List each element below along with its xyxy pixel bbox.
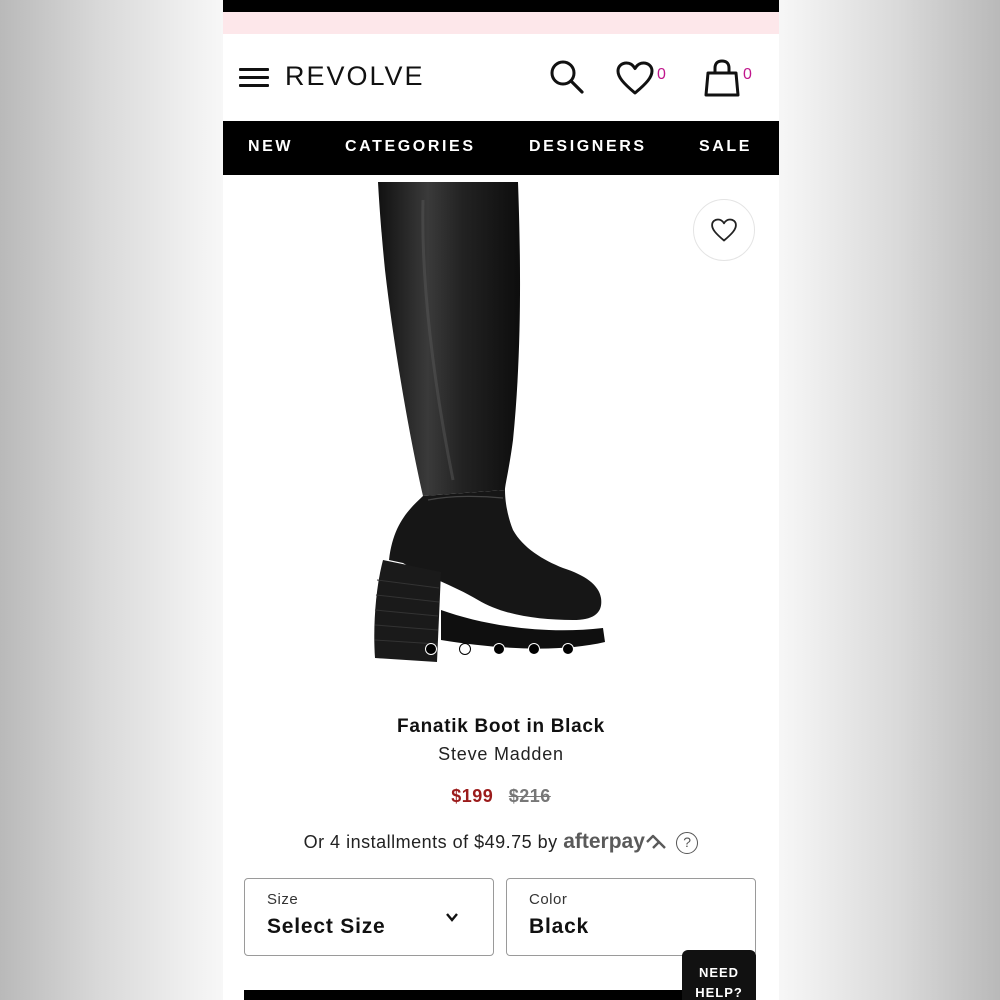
wishlist-heart-icon[interactable] [615,60,655,96]
color-selector[interactable]: Color Black [506,878,756,956]
price-block: $199 $216 [223,786,779,807]
search-icon[interactable] [548,58,586,96]
add-to-bag-button[interactable] [244,990,682,1000]
installments-text: Or 4 installments of $49.75 by [303,832,558,852]
sale-price: $199 [451,786,494,806]
top-strip [223,0,779,12]
nav-categories[interactable]: CATEGORIES [345,138,476,156]
product-image-boot[interactable] [363,180,643,670]
afterpay-info-icon[interactable]: ? [676,832,699,855]
hamburger-menu-icon[interactable] [239,68,269,88]
installments-info: Or 4 installments of $49.75 by afterpay … [223,830,779,855]
original-price: $216 [508,786,551,806]
image-carousel-dots [223,643,779,657]
size-value: Select Size [267,915,386,938]
afterpay-arrows-icon [646,835,666,850]
carousel-dot-3[interactable] [493,643,505,655]
nav-sale[interactable]: SALE [699,138,752,156]
shopping-bag-icon[interactable] [703,58,741,98]
size-label: Size [267,891,299,908]
product-brand[interactable]: Steve Madden [223,744,779,765]
need-help-line2: HELP? [695,985,743,1000]
nav-new[interactable]: NEW [248,138,293,156]
afterpay-logo: afterpay [563,830,667,853]
color-label: Color [529,891,568,908]
favorite-button[interactable] [693,199,755,261]
site-header: REVOLVE 0 0 [223,34,779,121]
carousel-dot-2[interactable] [459,643,471,655]
bag-count: 0 [743,66,752,83]
heart-outline-icon [711,218,737,242]
carousel-dot-1[interactable] [425,643,437,655]
chevron-down-icon [446,913,458,922]
carousel-dot-4[interactable] [528,643,540,655]
nav-designers[interactable]: DESIGNERS [529,138,647,156]
need-help-button[interactable]: NEED HELP? [682,950,756,1000]
site-logo[interactable]: REVOLVE [285,61,425,92]
wishlist-count: 0 [657,66,666,83]
color-value: Black [529,915,590,938]
promo-banner[interactable] [223,12,779,34]
product-title: Fanatik Boot in Black [397,716,605,737]
carousel-dot-5[interactable] [562,643,574,655]
size-selector[interactable]: Size Select Size [244,878,494,956]
mobile-page: REVOLVE 0 0 NEW CATEGORIES DESIGNERS SAL… [223,0,779,1000]
main-nav: NEW CATEGORIES DESIGNERS SALE [223,121,779,175]
need-help-line1: NEED [698,965,740,980]
